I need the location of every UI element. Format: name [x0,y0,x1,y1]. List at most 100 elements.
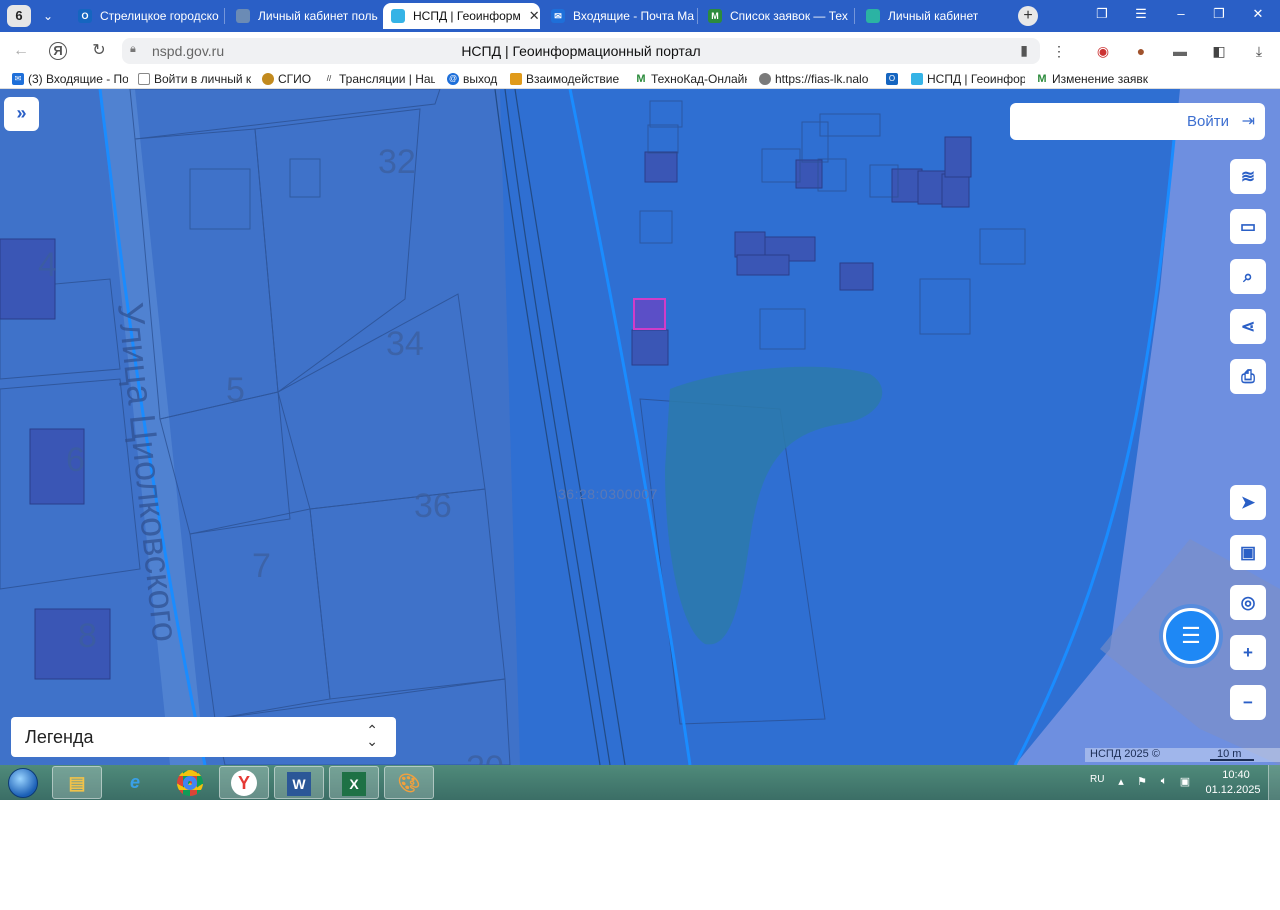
cadastral-block-label: 36:28:0300007 [558,486,658,502]
bookmark-label: НСПД | Геоинфор [927,71,1025,86]
chevron-up-down-icon[interactable]: ⌃ ⌄ [366,723,378,748]
tab-mail-inbox[interactable]: ✉ Входящие - Почта Ма [543,3,695,29]
pond [665,366,883,645]
bookmark-label: Изменение заявк [1052,71,1148,86]
clock-time[interactable]: 10:40 [1216,769,1256,781]
tab-personal-account[interactable]: Личный кабинет [858,3,1008,29]
login-label: Войти [1187,113,1229,130]
share-icon[interactable]: ⋖ [1230,309,1266,344]
tab-label: Входящие - Почта Ма [573,9,695,23]
url-field[interactable]: 🔒︎ nspd.gov.ru НСПД | Геоинформационный … [122,38,1040,64]
restore-icon[interactable]: ❐ [1208,6,1230,22]
bookmark-item[interactable]: НСПД | Геоинфор [911,70,1025,87]
technokad-icon: M [635,72,647,85]
locate-icon[interactable]: ➤ [1230,485,1266,520]
minimap-icon[interactable]: ▣ [1230,535,1266,570]
zoom-in-icon[interactable]: + [1230,635,1266,670]
slashes-icon: // [323,72,335,85]
area-search-icon[interactable]: ⌕ [1230,259,1266,294]
word-icon[interactable]: W [274,766,324,799]
tab-requests-list[interactable]: M Список заявок — Тех [700,3,852,29]
reload-icon[interactable]: ↻ [88,40,110,62]
print-icon[interactable]: ⎙ [1230,359,1266,394]
site-icon [236,9,250,23]
bookmark-item[interactable]: Войти в личный к [138,70,252,87]
tab-personal-account-user[interactable]: Личный кабинет поль [228,3,380,29]
bookmark-label: ТехноКад-Онлайн [651,71,747,86]
mail-icon: ✉ [551,9,565,23]
bookmark-label: выход [463,71,498,86]
back-arrow-icon[interactable]: ← [10,40,32,62]
at-sign-icon: @ [447,72,459,85]
browser-menu-icon[interactable]: ☰ [1130,6,1152,22]
bookmark-item[interactable]: https://fias-lk.nalo [759,70,873,87]
bookmark-item[interactable]: Взаимодействие [510,70,622,87]
chat-icon[interactable]: ☰ [1163,608,1219,664]
taskbar: ▤ e Y W X 🎨︎ RU ▴ ⚑ 🔈︎ ▣ 10:40 01.12.202… [0,765,1280,800]
zoom-out-icon[interactable]: − [1230,685,1266,720]
layers-icon[interactable]: ≋ [1230,159,1266,194]
bookmark-label: Трансляции | Нац [339,71,435,86]
legend-panel[interactable]: Легенда ⌃ ⌄ [11,717,396,757]
lot-number: 34 [386,325,424,363]
tab-nspd-active[interactable]: НСПД | Геоинформ ✕ [383,3,540,29]
tab-count-button[interactable]: 6 [7,5,31,27]
close-tab-icon[interactable]: ✕ [529,8,540,24]
extension-icon[interactable]: ▬ [1170,41,1190,61]
windows-logo-icon [8,768,38,798]
sidebar-panel-icon[interactable]: ◧ [1209,41,1229,61]
outlook-icon: O [78,9,92,23]
bookmark-item[interactable]: // Трансляции | Нац [323,70,435,87]
document-icon [138,72,150,85]
network-icon[interactable]: ▣ [1178,775,1192,788]
geo-search-icon[interactable]: ◎ [1230,585,1266,620]
paint-icon[interactable]: 🎨︎ [384,766,434,799]
excel-logo: X [342,772,366,796]
language-indicator[interactable]: RU [1090,774,1104,785]
nspd-icon [911,72,923,85]
expand-panel-icon[interactable]: » [4,97,39,131]
action-center-flag-icon[interactable]: ⚑ [1135,775,1149,788]
extension-icon[interactable]: ◉ [1093,41,1113,61]
bookmark-item[interactable]: ✉ (3) Входящие - По [12,70,128,87]
close-window-icon[interactable]: ✕ [1247,6,1269,22]
address-bar: ← Я ↻ 🔒︎ nspd.gov.ru НСПД | Геоинформаци… [0,32,1280,68]
profile-avatar-icon[interactable]: ● [1131,41,1151,61]
bookmark-item[interactable]: O [886,70,902,87]
yandex-icon[interactable]: Я [49,42,67,60]
tray-expand-icon[interactable]: ▴ [1114,775,1128,788]
technokad-icon: M [1036,72,1048,85]
start-button[interactable] [4,765,42,800]
lot-number: 4 [38,246,57,284]
bookmark-item[interactable]: M ТехноКад-Онлайн [635,70,747,87]
chrome-icon[interactable] [165,766,215,799]
bookmark-icon[interactable]: ▮ [1020,42,1028,59]
explorer-icon[interactable]: ▤ [52,766,102,799]
bookmark-item[interactable]: @ выход [447,70,501,87]
tab-strelitskoe[interactable]: O Стрелицкое городско [70,3,222,29]
ruler-icon[interactable]: ▭ [1230,209,1266,244]
bookmark-item[interactable]: M Изменение заявк [1036,70,1148,87]
downloads-icon[interactable]: ⤓ [1249,41,1269,61]
login-button[interactable]: Войти ⇥ [1010,103,1265,140]
screen: 6 ⌄ O Стрелицкое городско Личный кабинет… [0,0,1280,800]
internet-explorer-icon[interactable]: e [110,766,160,799]
show-desktop-button[interactable] [1268,765,1280,800]
selected-parcel[interactable] [633,298,666,330]
yandex-browser-icon[interactable]: Y [219,766,269,799]
new-tab-plus-icon[interactable]: + [1018,6,1038,26]
excel-icon[interactable]: X [329,766,379,799]
bookmark-label: (3) Входящие - По [28,71,128,86]
lot-number: 5 [226,371,245,409]
volume-icon[interactable]: 🔈︎ [1157,775,1171,788]
more-options-icon[interactable]: ⋮ [1049,41,1069,61]
lot-number: 7 [252,547,271,585]
minimize-icon[interactable]: – [1170,6,1192,21]
tab-separator [854,8,855,24]
clock-date[interactable]: 01.12.2025 [1205,784,1261,796]
bookmark-item[interactable]: СГИО [262,70,317,87]
map-attribution: НСПД 2025 © 10 m [1085,748,1280,762]
map-viewport[interactable]: 4 32 34 5 6 36 7 8 20 Улица Циолковского… [0,89,1280,765]
tabs-menu-chevron-icon[interactable]: ⌄ [36,5,60,27]
collections-icon[interactable]: ❐ [1091,6,1113,22]
